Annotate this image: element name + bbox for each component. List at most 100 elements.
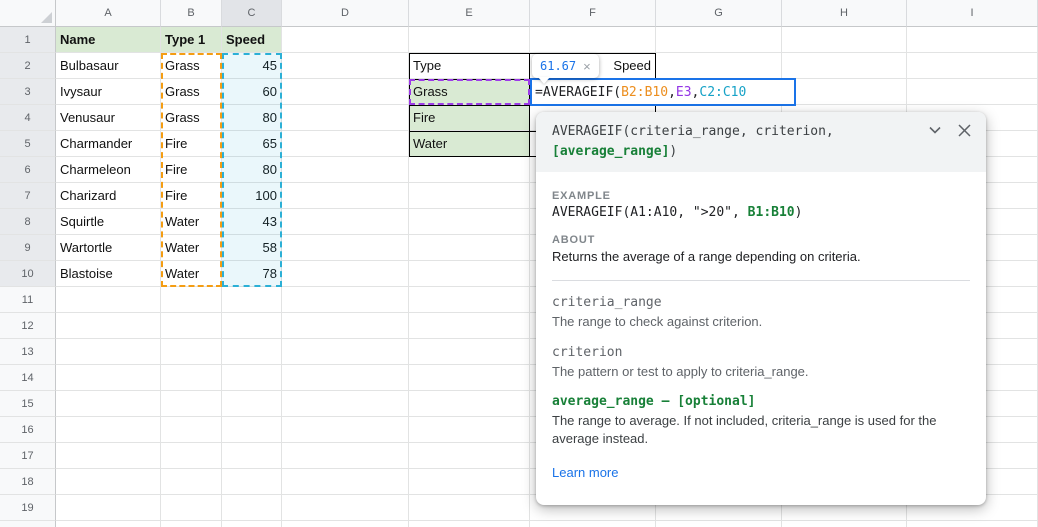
column-header-A[interactable]: A	[56, 0, 161, 27]
close-icon[interactable]	[957, 123, 972, 138]
cell-D11[interactable]	[282, 287, 409, 313]
cell-D7[interactable]	[282, 183, 409, 209]
row-header-18[interactable]: 18	[0, 469, 56, 495]
cell-A6[interactable]: Charmeleon	[56, 157, 161, 183]
cell-D18[interactable]	[282, 469, 409, 495]
cell-A2[interactable]: Bulbasaur	[56, 53, 161, 79]
cell-D17[interactable]	[282, 443, 409, 469]
column-header-D[interactable]: D	[282, 0, 409, 27]
row-header-6[interactable]: 6	[0, 157, 56, 183]
row-header-9[interactable]: 9	[0, 235, 56, 261]
cell-A10[interactable]: Blastoise	[56, 261, 161, 287]
cell-C11[interactable]	[222, 287, 282, 313]
cell-C10[interactable]: 78	[222, 261, 282, 287]
row-header-10[interactable]: 10	[0, 261, 56, 287]
cell-H2[interactable]	[782, 53, 907, 79]
cell-E18[interactable]	[409, 469, 530, 495]
cell-D9[interactable]	[282, 235, 409, 261]
cell-A20[interactable]	[56, 521, 161, 527]
cell-B20[interactable]	[161, 521, 222, 527]
cell-E8[interactable]	[409, 209, 530, 235]
cell-D13[interactable]	[282, 339, 409, 365]
cell-G1[interactable]	[656, 27, 782, 53]
cell-C13[interactable]	[222, 339, 282, 365]
row-header-3[interactable]: 3	[0, 79, 56, 105]
cell-H3[interactable]	[782, 79, 907, 105]
cell-G2[interactable]	[656, 53, 782, 79]
cell-B5[interactable]: Fire	[161, 131, 222, 157]
cell-D6[interactable]	[282, 157, 409, 183]
cell-C15[interactable]	[222, 391, 282, 417]
cell-C14[interactable]	[222, 365, 282, 391]
cell-C19[interactable]	[222, 495, 282, 521]
cell-E6[interactable]	[409, 157, 530, 183]
row-header-14[interactable]: 14	[0, 365, 56, 391]
cell-E10[interactable]	[409, 261, 530, 287]
cell-C12[interactable]	[222, 313, 282, 339]
row-header-8[interactable]: 8	[0, 209, 56, 235]
cell-D16[interactable]	[282, 417, 409, 443]
cell-E9[interactable]	[409, 235, 530, 261]
cell-B16[interactable]	[161, 417, 222, 443]
cell-E17[interactable]	[409, 443, 530, 469]
row-header-19[interactable]: 19	[0, 495, 56, 521]
row-header-5[interactable]: 5	[0, 131, 56, 157]
cell-C2[interactable]: 45	[222, 53, 282, 79]
column-header-G[interactable]: G	[656, 0, 782, 27]
row-header-13[interactable]: 13	[0, 339, 56, 365]
cell-A15[interactable]	[56, 391, 161, 417]
cell-B13[interactable]	[161, 339, 222, 365]
column-header-I[interactable]: I	[907, 0, 1038, 27]
cell-A13[interactable]	[56, 339, 161, 365]
cell-C7[interactable]: 100	[222, 183, 282, 209]
cell-E4[interactable]: Fire	[409, 105, 530, 131]
cell-A9[interactable]: Wartortle	[56, 235, 161, 261]
cell-E20[interactable]	[409, 521, 530, 527]
cell-C20[interactable]	[222, 521, 282, 527]
cell-D19[interactable]	[282, 495, 409, 521]
cell-E19[interactable]	[409, 495, 530, 521]
column-header-F[interactable]: F	[530, 0, 656, 27]
cell-D12[interactable]	[282, 313, 409, 339]
cell-C4[interactable]: 80	[222, 105, 282, 131]
cell-B1[interactable]: Type 1	[161, 27, 222, 53]
cell-B11[interactable]	[161, 287, 222, 313]
cell-E3[interactable]: Grass	[409, 79, 530, 105]
cell-F20[interactable]	[530, 521, 656, 527]
row-header-20[interactable]	[0, 521, 56, 527]
cell-E16[interactable]	[409, 417, 530, 443]
cell-I3[interactable]	[907, 79, 1038, 105]
cell-C6[interactable]: 80	[222, 157, 282, 183]
row-header-1[interactable]: 1	[0, 27, 56, 53]
cell-D20[interactable]	[282, 521, 409, 527]
cell-E11[interactable]	[409, 287, 530, 313]
cell-D5[interactable]	[282, 131, 409, 157]
cell-B12[interactable]	[161, 313, 222, 339]
cell-E5[interactable]: Water	[409, 131, 530, 157]
learn-more-link[interactable]: Learn more	[552, 465, 618, 480]
select-all-corner[interactable]	[0, 0, 56, 27]
cell-H1[interactable]	[782, 27, 907, 53]
cell-E1[interactable]	[409, 27, 530, 53]
cell-G20[interactable]	[656, 521, 782, 527]
cell-C17[interactable]	[222, 443, 282, 469]
chevron-down-icon[interactable]	[927, 122, 943, 138]
cell-A12[interactable]	[56, 313, 161, 339]
cell-D10[interactable]	[282, 261, 409, 287]
row-header-2[interactable]: 2	[0, 53, 56, 79]
cell-B9[interactable]: Water	[161, 235, 222, 261]
cell-D14[interactable]	[282, 365, 409, 391]
cell-C16[interactable]	[222, 417, 282, 443]
cell-D15[interactable]	[282, 391, 409, 417]
column-header-C[interactable]: C	[222, 0, 282, 27]
cell-C5[interactable]: 65	[222, 131, 282, 157]
cell-A8[interactable]: Squirtle	[56, 209, 161, 235]
cell-C1[interactable]: Speed	[222, 27, 282, 53]
cell-E12[interactable]	[409, 313, 530, 339]
cell-B6[interactable]: Fire	[161, 157, 222, 183]
cell-D8[interactable]	[282, 209, 409, 235]
cell-A3[interactable]: Ivysaur	[56, 79, 161, 105]
cell-C8[interactable]: 43	[222, 209, 282, 235]
cell-B10[interactable]: Water	[161, 261, 222, 287]
cell-H20[interactable]	[782, 521, 907, 527]
